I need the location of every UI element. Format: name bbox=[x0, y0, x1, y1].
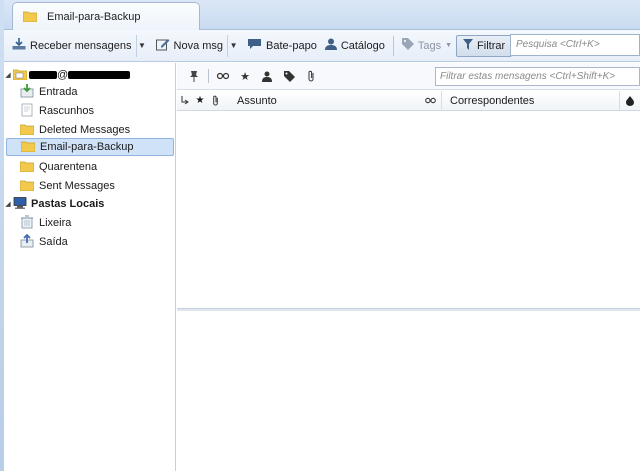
outbox-icon bbox=[20, 233, 34, 251]
message-preview-pane bbox=[177, 311, 640, 471]
subject-column-header[interactable]: Assunto bbox=[223, 91, 419, 111]
chevron-down-icon: ▼ bbox=[138, 41, 146, 50]
folder-icon bbox=[20, 140, 36, 155]
local-folders-label: Pastas Locais bbox=[31, 198, 105, 210]
tags-button[interactable]: Tags ▼ bbox=[398, 35, 456, 57]
contact-icon bbox=[324, 38, 337, 53]
chat-button[interactable]: Bate-papo bbox=[243, 35, 321, 57]
tab-label: Email-para-Backup bbox=[47, 11, 141, 23]
get-messages-button[interactable]: Receber mensagens bbox=[8, 35, 136, 57]
contact-icon[interactable] bbox=[256, 67, 278, 85]
search-input[interactable]: Pesquisa <Ctrl+K> bbox=[510, 34, 640, 56]
quick-filter-input[interactable]: Filtrar estas mensagens <Ctrl+Shift+K> bbox=[435, 67, 640, 86]
drafts-icon bbox=[20, 103, 34, 120]
pencil-icon bbox=[155, 38, 170, 54]
folder-icon bbox=[22, 10, 38, 25]
folder-label: Email-para-Backup bbox=[40, 141, 134, 153]
thunderbird-window: Email-para-Backup Receber mensagens ▼ No… bbox=[4, 0, 640, 471]
new-message-button[interactable]: Nova msg bbox=[152, 35, 228, 57]
thread-column-header: ★ Assunto Correspondentes bbox=[177, 90, 640, 111]
funnel-icon bbox=[463, 38, 474, 53]
get-messages-dropdown[interactable]: ▼ bbox=[135, 34, 148, 57]
tags-label: Tags bbox=[417, 39, 442, 52]
unread-filter-icon[interactable] bbox=[212, 67, 234, 85]
main-toolbar: Receber mensagens ▼ Nova msg ▼ Bate-papo… bbox=[4, 30, 640, 62]
toolbar-separator bbox=[208, 69, 209, 83]
tag-icon bbox=[401, 38, 414, 53]
filter-label: Filtrar bbox=[477, 39, 506, 52]
folder-item-sent-messages[interactable]: Sent Messages bbox=[4, 177, 176, 195]
computer-icon bbox=[13, 196, 27, 212]
account-row[interactable]: ◢ @ bbox=[4, 66, 176, 84]
thread-pane[interactable] bbox=[177, 111, 640, 308]
correspondents-column-header[interactable]: Correspondentes bbox=[441, 90, 619, 111]
folder-icon bbox=[19, 160, 35, 175]
local-folders-row[interactable]: ◢ Pastas Locais bbox=[4, 195, 176, 213]
folder-label: Sent Messages bbox=[39, 180, 115, 192]
attachment-column-icon[interactable] bbox=[207, 91, 223, 111]
collapse-icon[interactable]: ◢ bbox=[4, 71, 12, 79]
new-message-label: Nova msg bbox=[173, 39, 224, 52]
mail-account-icon bbox=[12, 68, 28, 83]
folder-item-saida[interactable]: Saída bbox=[4, 233, 176, 251]
junk-column-icon[interactable] bbox=[619, 90, 639, 111]
tab-bar: Email-para-Backup bbox=[4, 0, 640, 31]
correspondents-column-label: Correspondentes bbox=[450, 94, 535, 107]
folder-item-quarentena[interactable]: Quarentena bbox=[4, 158, 176, 176]
folder-label: Deleted Messages bbox=[39, 124, 131, 136]
folder-label: Quarentena bbox=[39, 161, 98, 173]
chat-label: Bate-papo bbox=[266, 39, 317, 52]
get-messages-label: Receber mensagens bbox=[30, 39, 132, 52]
trash-icon bbox=[20, 215, 34, 232]
download-icon bbox=[12, 38, 26, 53]
paperclip-icon[interactable] bbox=[300, 67, 322, 85]
folder-icon bbox=[19, 179, 35, 194]
address-book-label: Catálogo bbox=[340, 39, 385, 52]
account-at: @ bbox=[57, 69, 69, 81]
folder-label: Saída bbox=[39, 236, 68, 248]
redacted-account-name bbox=[29, 71, 57, 79]
chevron-down-icon: ▼ bbox=[445, 42, 453, 49]
chat-icon bbox=[247, 38, 262, 53]
tab-email-para-backup[interactable]: Email-para-Backup bbox=[12, 2, 200, 31]
read-status-column-icon[interactable] bbox=[419, 91, 441, 111]
toolbar-separator bbox=[392, 35, 394, 56]
tag-icon[interactable] bbox=[278, 67, 300, 85]
filter-button[interactable]: Filtrar bbox=[456, 34, 513, 57]
folder-item-entrada[interactable]: Entrada bbox=[4, 83, 176, 101]
star-column-icon[interactable]: ★ bbox=[193, 91, 207, 111]
inbox-icon bbox=[20, 83, 34, 101]
star-icon[interactable]: ★ bbox=[234, 67, 256, 85]
folder-item-deleted-messages[interactable]: Deleted Messages bbox=[4, 121, 176, 139]
folder-item-lixeira[interactable]: Lixeira bbox=[4, 214, 176, 232]
collapse-icon[interactable]: ◢ bbox=[4, 200, 12, 208]
pin-icon[interactable] bbox=[183, 67, 205, 85]
chevron-down-icon: ▼ bbox=[229, 41, 238, 50]
subject-column-label: Assunto bbox=[237, 94, 277, 107]
folder-label: Rascunhos bbox=[39, 105, 95, 117]
redacted-account-domain bbox=[68, 71, 131, 79]
folder-item-rascunhos[interactable]: Rascunhos bbox=[4, 102, 176, 120]
folder-label: Entrada bbox=[39, 86, 78, 98]
new-message-dropdown[interactable]: ▼ bbox=[227, 34, 239, 57]
folder-pane: ◢ @ Entrada Rascunhos Deleted Messages E… bbox=[4, 63, 176, 471]
thread-column-icon[interactable] bbox=[177, 91, 193, 111]
quick-filter-bar: ★ Filtrar estas mensagens <Ctrl+Shift+K> bbox=[177, 63, 640, 90]
folder-item-email-para-backup[interactable]: Email-para-Backup bbox=[6, 138, 174, 156]
address-book-button[interactable]: Catálogo bbox=[321, 35, 389, 57]
folder-icon bbox=[19, 123, 35, 138]
folder-label: Lixeira bbox=[39, 217, 72, 229]
